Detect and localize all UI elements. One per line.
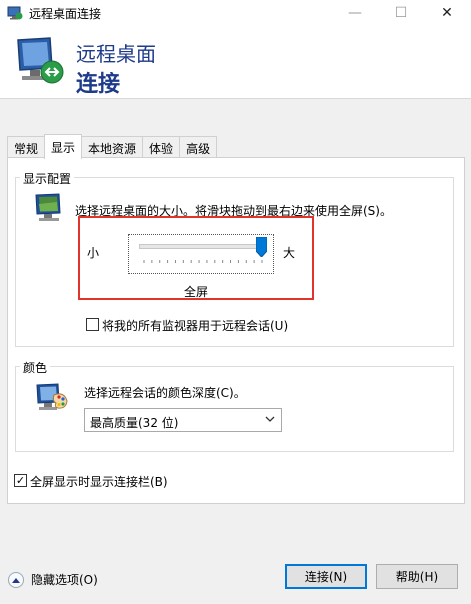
slider-value-label: 全屏 [184,285,209,299]
banner-title-line2: 连接 [76,72,121,97]
slider-thumb[interactable] [255,237,267,257]
color-depth-select[interactable]: 最高质量(32 位) [84,408,282,432]
all-monitors-label[interactable]: 将我的所有监视器用于远程会话(U) [102,317,288,334]
remote-desktop-app-icon [7,6,23,20]
chevron-down-icon [265,416,275,422]
minimize-button[interactable]: — [332,0,378,26]
connect-button[interactable]: 连接(N) [285,564,367,589]
tab-advanced[interactable]: 高级 [179,136,218,159]
maximize-button[interactable]: ☐ [378,0,424,26]
close-button[interactable]: ✕ [424,0,470,26]
show-connection-bar-label[interactable]: 全屏显示时显示连接栏(B) [30,473,168,490]
colors-legend: 颜色 [20,359,51,376]
display-size-slider[interactable] [128,234,274,274]
color-depth-description: 选择远程会话的颜色深度(C)。 [84,386,246,400]
chevron-up-icon [8,571,24,588]
all-monitors-checkbox[interactable] [86,318,99,331]
remote-desktop-window: 远程桌面连接 — ☐ ✕ 远程桌面 连接 常规 显示 本地资源 体验 高级 显示… [0,0,471,604]
display-monitor-icon [35,193,61,221]
tab-strip: 常规 显示 本地资源 体验 高级 [7,134,218,159]
tab-general[interactable]: 常规 [7,136,46,159]
tab-local-resources[interactable]: 本地资源 [81,136,144,159]
display-config-legend: 显示配置 [20,170,75,187]
color-depth-selected-value: 最高质量(32 位) [90,416,179,430]
remote-desktop-monitor-icon [17,37,64,84]
color-palette-monitor-icon [36,383,68,410]
tab-experience[interactable]: 体验 [142,136,181,159]
slider-ticks [143,260,263,263]
slider-min-label: 小 [87,246,100,260]
tab-display[interactable]: 显示 [44,134,83,159]
slider-max-label: 大 [283,246,296,260]
show-connection-bar-checkbox[interactable]: ✓ [14,474,27,487]
window-title: 远程桌面连接 [29,7,102,21]
banner-title-line1: 远程桌面 [76,42,156,66]
title-bar: 远程桌面连接 — ☐ ✕ [0,0,471,26]
help-button[interactable]: 帮助(H) [376,564,458,589]
hide-options-label: 隐藏选项(O) [31,573,98,587]
hide-options-toggle[interactable]: 隐藏选项(O) [8,571,98,588]
header-banner: 远程桌面 连接 [0,26,471,99]
slider-track [139,244,263,249]
